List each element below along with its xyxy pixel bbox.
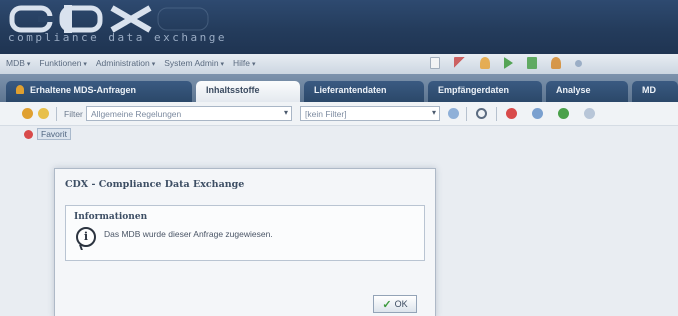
app-header: compliance data exchange — [0, 0, 678, 54]
tab-label: Inhaltsstoffe — [206, 85, 260, 95]
tab-label: Analyse — [556, 85, 591, 95]
chevron-down-icon: ▾ — [431, 108, 436, 117]
favorite-icon — [24, 129, 33, 139]
checkmark-icon: ✓ — [382, 298, 392, 311]
dialog-title: CDX - Compliance Data Exchange — [65, 179, 245, 190]
tab-recipient-data[interactable]: Empfängerdaten — [428, 81, 542, 102]
toolbar-separator — [496, 107, 497, 121]
information-heading: Informationen — [74, 212, 148, 222]
tab-label: Lieferantendaten — [314, 85, 387, 95]
user-settings-icon[interactable] — [551, 57, 561, 69]
tab-analysis[interactable]: Analyse — [546, 81, 628, 102]
tab-ingredients[interactable]: Inhaltsstoffe — [196, 81, 300, 102]
folder-icon[interactable] — [22, 108, 33, 119]
information-dialog: CDX - Compliance Data Exchange Informati… — [54, 168, 436, 316]
person-icon — [16, 85, 24, 94]
export-icon[interactable] — [558, 108, 569, 119]
tab-md[interactable]: MD — [632, 81, 678, 102]
menu-item-administration[interactable]: Administration — [96, 58, 155, 68]
menu-icons — [430, 57, 582, 69]
tab-label: MD — [642, 85, 656, 95]
favorites-label: Favorit — [37, 128, 71, 140]
menu-bar: MDB Funktionen Administration System Admin H… — [0, 54, 678, 74]
toolbar-separator — [56, 107, 57, 121]
new-document-icon[interactable] — [430, 57, 440, 69]
run-icon[interactable] — [504, 57, 513, 69]
information-panel: Informationen i Das MDB wurde dieser Anf… — [65, 205, 425, 261]
refresh-icon[interactable] — [448, 108, 459, 119]
menu-item-mdb[interactable]: MDB — [6, 58, 30, 68]
filter-select-value: Allgemeine Regelungen — [91, 109, 182, 119]
ok-label: OK — [394, 299, 408, 309]
toolbar: Filter Allgemeine Regelungen ▾ [kein Fil… — [0, 102, 678, 126]
tab-label: Erhaltene MDS-Anfragen — [30, 85, 137, 95]
settings-icon[interactable] — [584, 108, 595, 119]
secondary-filter-select[interactable]: [kein Filter] ▾ — [300, 106, 440, 121]
toolbar-separator — [466, 107, 467, 121]
info-icon: i — [76, 227, 96, 247]
tab-supplier-data[interactable]: Lieferantendaten — [304, 81, 424, 102]
menu-item-funktionen[interactable]: Funktionen — [39, 58, 87, 68]
copy-icon[interactable] — [532, 108, 543, 119]
menu-items: MDB Funktionen Administration System Admin H… — [6, 58, 256, 68]
logo-tagline: compliance data exchange — [8, 31, 227, 44]
favorites-button[interactable]: Favorit — [24, 128, 71, 140]
cdx-logo — [9, 5, 209, 33]
tab-received-mds-requests[interactable]: Erhaltene MDS-Anfragen — [6, 81, 192, 102]
download-icon[interactable] — [527, 57, 537, 69]
chevron-down-icon: ▾ — [283, 108, 288, 117]
user-icon[interactable] — [480, 57, 490, 69]
filter-select[interactable]: Allgemeine Regelungen ▾ — [86, 106, 292, 121]
more-icon[interactable] — [575, 59, 582, 67]
star-icon[interactable] — [38, 108, 49, 119]
menu-item-system-admin[interactable]: System Admin — [164, 58, 224, 68]
ok-button[interactable]: ✓ OK — [373, 295, 417, 313]
delete-icon[interactable] — [506, 108, 517, 119]
search-icon[interactable] — [476, 108, 487, 119]
menu-item-hilfe[interactable]: Hilfe — [233, 58, 255, 68]
tab-label: Empfängerdaten — [438, 85, 510, 95]
filter-label: Filter — [64, 109, 83, 119]
secondary-filter-value: [kein Filter] — [305, 109, 347, 119]
tab-bar: Erhaltene MDS-Anfragen Inhaltsstoffe Lie… — [0, 74, 678, 102]
edit-icon[interactable] — [454, 57, 466, 69]
information-message: Das MDB wurde dieser Anfrage zugewiesen. — [104, 229, 273, 239]
